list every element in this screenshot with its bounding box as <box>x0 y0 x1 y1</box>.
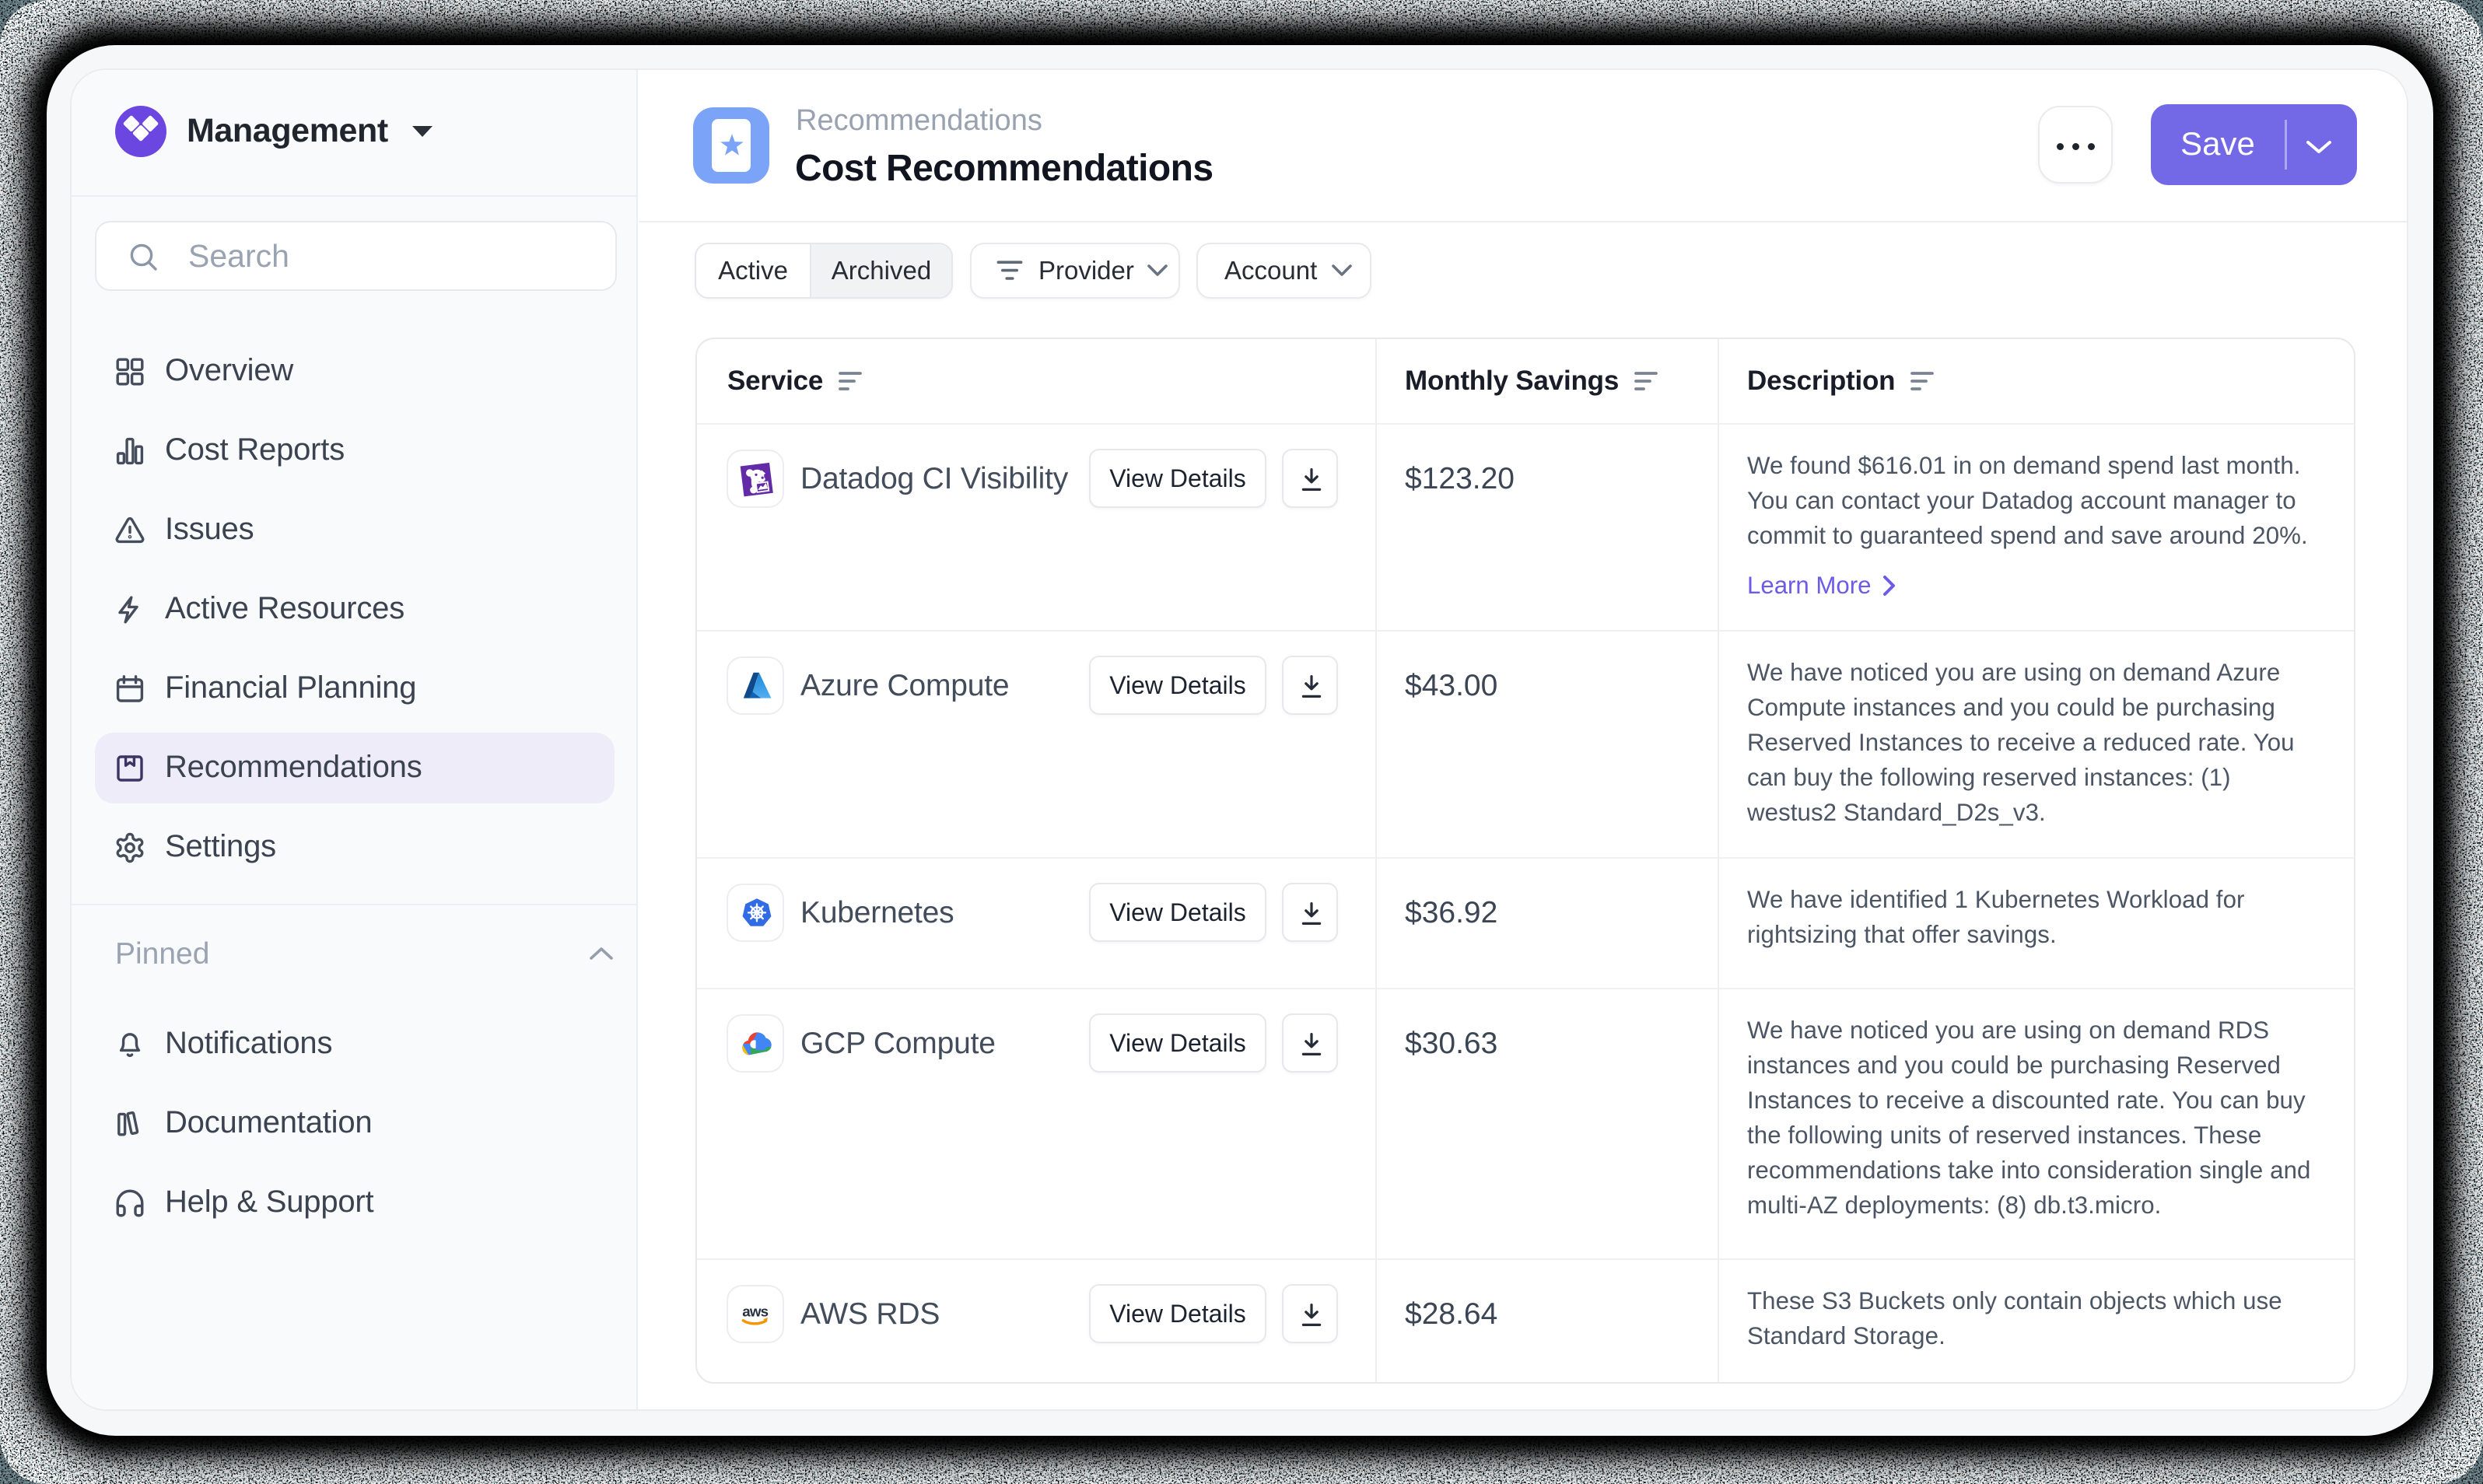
svg-text:aws: aws <box>742 1304 768 1320</box>
